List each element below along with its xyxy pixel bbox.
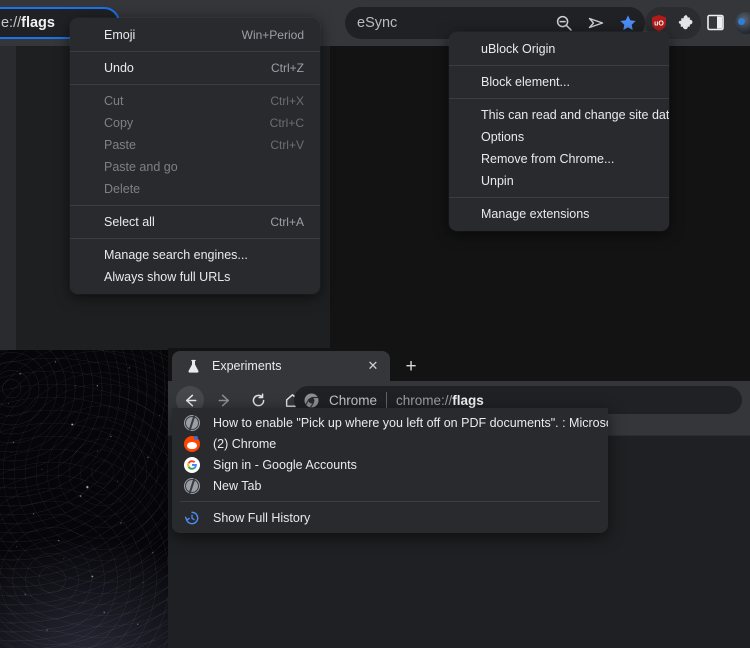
history-item-label: How to enable "Pick up where you left of… [213,415,608,430]
chrome-icon [304,393,319,408]
menu-separator [70,84,320,85]
flask-icon [186,359,201,374]
address-bar-top-text: rome://flags [0,15,55,31]
menu-item-undo[interactable]: Undo Ctrl+Z [70,57,320,79]
history-item[interactable]: How to enable "Pick up where you left of… [172,412,608,433]
dropdown-separator [180,501,600,502]
menu-separator [70,51,320,52]
menu-item-label: Delete [104,182,141,196]
menu-item-accelerator: Win+Period [241,28,304,42]
menu-item-label: Emoji [104,28,136,42]
history-item[interactable]: (2) Chrome [172,433,608,454]
menu-item-label: Cut [104,94,124,108]
new-tab-button[interactable]: + [399,355,423,379]
menu-item-manage-search-engines[interactable]: Manage search engines... [70,244,320,266]
menu-separator [70,205,320,206]
extension-context-menu[interactable]: uBlock Origin Block element... This can … [449,32,669,231]
close-icon[interactable]: ✕ [364,357,382,375]
history-item[interactable]: New Tab [172,475,608,496]
desktop-wallpaper [0,350,168,648]
menu-item-label: This can read and change site data [481,108,669,122]
omnibox-chip-label: Chrome [329,392,378,408]
menu-item-label: Unpin [481,174,514,188]
show-full-history-label: Show Full History [213,510,311,525]
menu-item-label: Block element... [481,75,570,89]
extensions-puzzle-icon[interactable] [678,14,696,32]
menu-item-accelerator: Ctrl+X [270,94,304,108]
history-item-label: (2) Chrome [213,436,277,451]
tab-experiments[interactable]: Experiments ✕ [172,351,390,381]
menu-item-label: Manage extensions [481,207,590,221]
menu-item-label: Select all [104,215,155,229]
profile-avatar[interactable] [735,12,750,34]
history-item-label: Sign in - Google Accounts [213,457,357,472]
menu-item-paste-and-go: Paste and go [70,156,320,178]
tab-title: Experiments [212,359,282,373]
menu-item-manage-extensions[interactable]: Manage extensions [449,203,669,225]
history-item-label: New Tab [213,478,262,493]
show-full-history-item[interactable]: Show Full History [172,507,608,528]
menu-separator [70,238,320,239]
google-icon [184,456,200,473]
menu-item-select-all[interactable]: Select all Ctrl+A [70,211,320,233]
ublock-origin-icon[interactable]: uO [650,14,668,32]
menu-item-paste: Paste Ctrl+V [70,134,320,156]
top-window-page-edge [0,46,16,350]
tab-strip: Experiments ✕ + [168,348,750,381]
share-icon[interactable] [587,14,605,32]
menu-separator [449,98,669,99]
menu-item-copy: Copy Ctrl+C [70,112,320,134]
omnibox-history-dropdown[interactable]: How to enable "Pick up where you left of… [172,408,608,533]
menu-item-block-element[interactable]: Block element... [449,71,669,93]
menu-item-label: Paste and go [104,160,178,174]
menu-item-accelerator: Ctrl+A [270,215,304,229]
zoom-out-icon[interactable] [555,14,573,32]
menu-item-remove-from-chrome[interactable]: Remove from Chrome... [449,148,669,170]
wallpaper-starfield [0,350,168,648]
menu-item-label: uBlock Origin [481,42,556,56]
menu-item-accelerator: Ctrl+V [270,138,304,152]
menu-item-label: Undo [104,61,134,75]
menu-item-unpin[interactable]: Unpin [449,170,669,192]
menu-item-label: Remove from Chrome... [481,152,615,166]
menu-item-site-access[interactable]: This can read and change site data ▶ [449,104,669,126]
omnibox-chip-divider [386,392,388,408]
menu-item-label: Options [481,130,525,144]
menu-item-label: Manage search engines... [104,248,248,262]
menu-item-options[interactable]: Options [449,126,669,148]
menu-separator [449,197,669,198]
menu-item-cut: Cut Ctrl+X [70,90,320,112]
screen-root: rome://flags eSync [0,0,750,648]
history-item[interactable]: Sign in - Google Accounts [172,454,608,475]
globe-icon [184,414,200,431]
side-panel-icon[interactable] [707,14,724,31]
history-clock-icon [184,510,200,526]
reddit-icon [184,435,200,452]
menu-item-label: Always show full URLs [104,270,231,284]
menu-separator [449,65,669,66]
menu-item-delete: Delete [70,178,320,200]
address-bar-bottom-text: chrome://flags [396,392,484,408]
omnibox-suggestion-text: eSync [357,15,398,31]
svg-text:uO: uO [654,21,664,28]
bookmark-star-icon[interactable] [619,14,637,32]
omnibox-context-menu[interactable]: Emoji Win+Period Undo Ctrl+Z Cut Ctrl+X … [70,18,320,294]
menu-item-label: Copy [104,116,134,130]
menu-item-ublock-origin[interactable]: uBlock Origin [449,38,669,60]
globe-icon [184,477,200,494]
menu-item-accelerator: Ctrl+Z [271,61,304,75]
menu-item-emoji[interactable]: Emoji Win+Period [70,24,320,46]
menu-item-accelerator: Ctrl+C [269,116,304,130]
menu-item-label: Paste [104,138,136,152]
menu-item-always-show-full-urls[interactable]: Always show full URLs [70,266,320,288]
